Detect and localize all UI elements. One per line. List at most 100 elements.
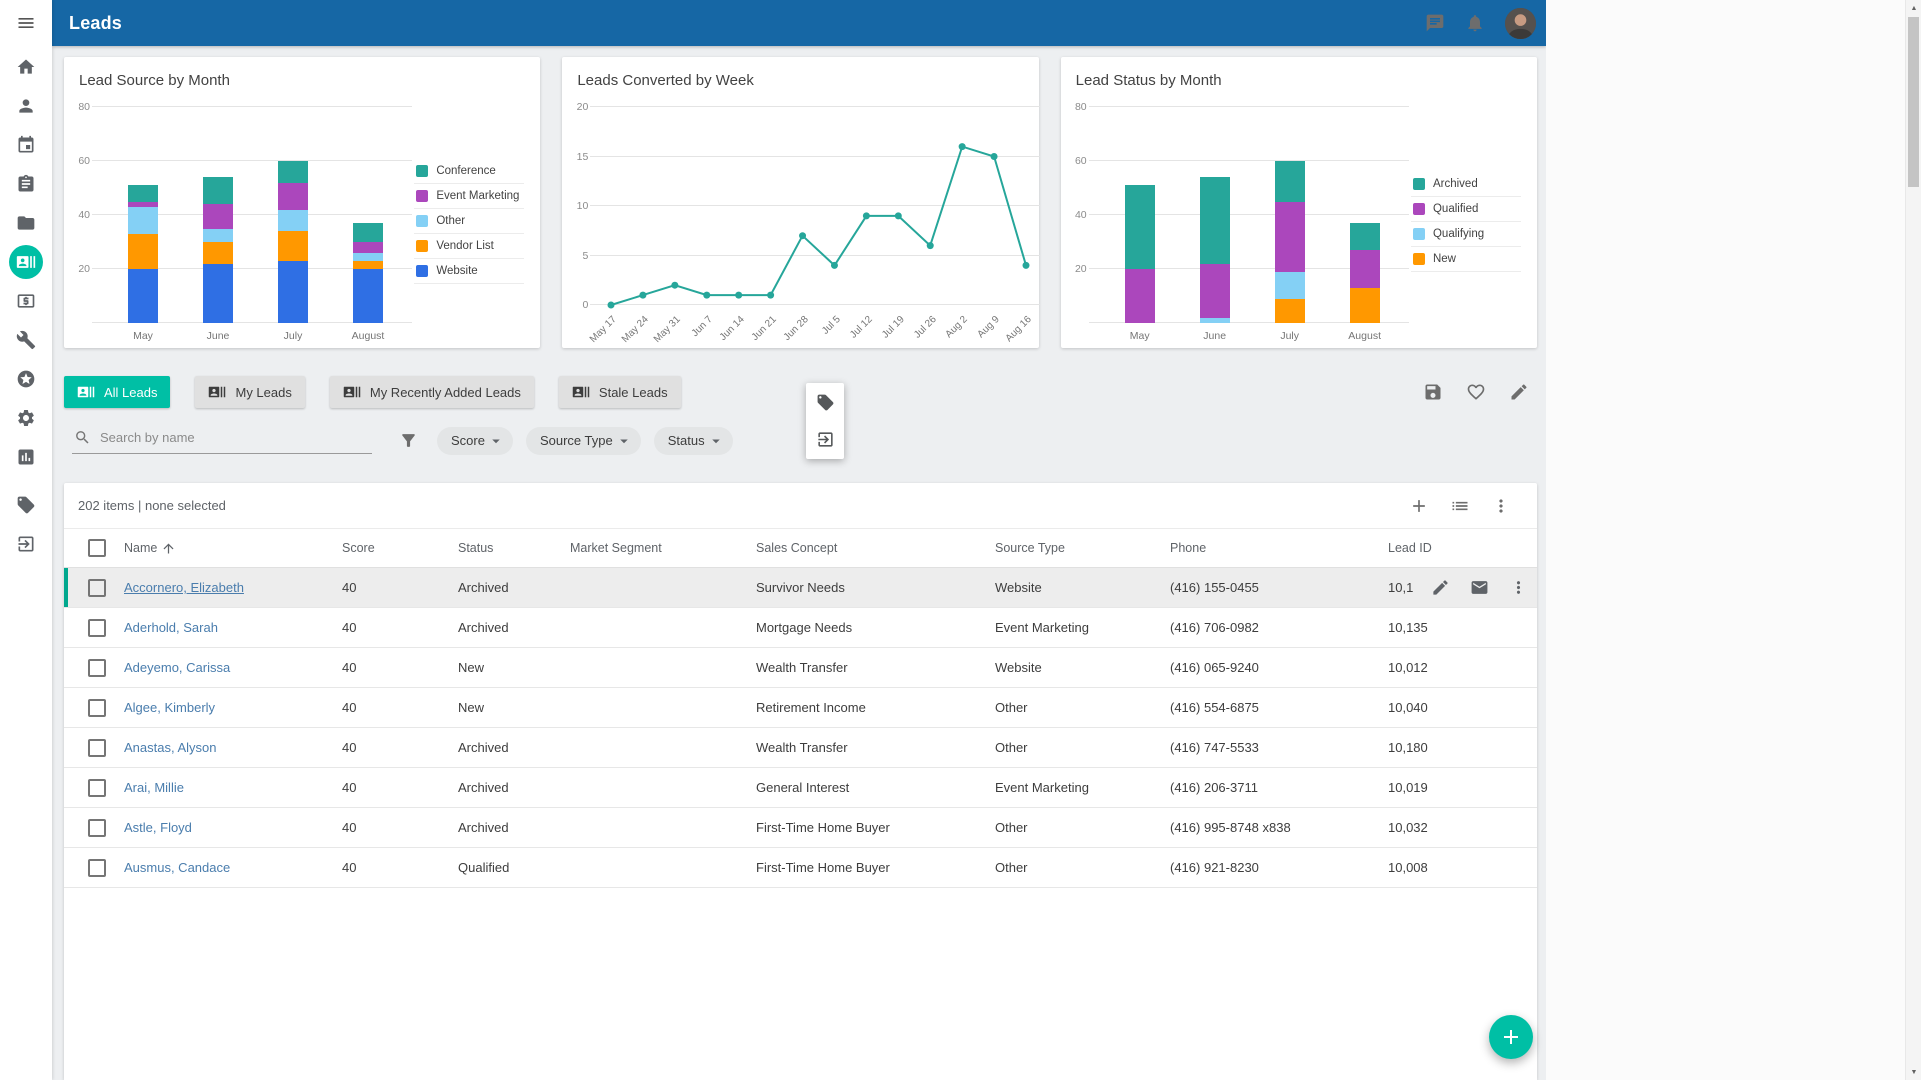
search-input[interactable]: [100, 430, 370, 445]
email-lead-button[interactable]: [1470, 578, 1489, 597]
lead-name-link[interactable]: Adeyemo, Carissa: [124, 660, 230, 675]
exit-tool-button[interactable]: [816, 430, 835, 449]
filter-funnel-button[interactable]: [399, 431, 418, 450]
row-checkbox[interactable]: [88, 859, 106, 877]
filter-tab-my-leads[interactable]: My Leads: [195, 376, 304, 408]
column-header-sales-concept[interactable]: Sales Concept: [756, 541, 995, 555]
legend-item-new[interactable]: New: [1411, 247, 1521, 272]
bar-segment-qualifying: [1200, 318, 1230, 323]
row-checkbox[interactable]: [88, 659, 106, 677]
cell-source-type: Other: [995, 740, 1170, 755]
lead-name-link[interactable]: Accornero, Elizabeth: [124, 580, 244, 595]
row-checkbox[interactable]: [88, 579, 106, 597]
sidebar-item-calendar[interactable]: [0, 125, 52, 164]
sidebar-item-tag[interactable]: [0, 485, 52, 524]
column-header-market-segment[interactable]: Market Segment: [570, 541, 756, 555]
page-title: Leads: [69, 13, 122, 34]
table-row[interactable]: Anastas, Alyson40ArchivedWealth Transfer…: [64, 728, 1537, 768]
sidebar-item-tasks[interactable]: [0, 164, 52, 203]
column-label: Sales Concept: [756, 541, 837, 555]
scrollbar-thumb[interactable]: [1908, 17, 1919, 187]
legend-item-qualified[interactable]: Qualified: [1411, 197, 1521, 222]
row-checkbox[interactable]: [88, 779, 106, 797]
table-row[interactable]: Aderhold, Sarah40ArchivedMortgage NeedsE…: [64, 608, 1537, 648]
column-header-status[interactable]: Status: [458, 541, 570, 555]
row-checkbox[interactable]: [88, 699, 106, 717]
table-row[interactable]: Accornero, Elizabeth40ArchivedSurvivor N…: [64, 568, 1537, 608]
row-checkbox[interactable]: [88, 619, 106, 637]
lead-name-link[interactable]: Anastas, Alyson: [124, 740, 217, 755]
sidebar-item-exit[interactable]: [0, 524, 52, 563]
filter-chip-score[interactable]: Score: [437, 427, 513, 455]
scroll-down-button[interactable]: ▼: [1906, 1064, 1921, 1080]
legend-item-vendor-list[interactable]: Vendor List: [414, 234, 524, 259]
filter-tab-my-recently-added-leads[interactable]: My Recently Added Leads: [330, 376, 534, 408]
floating-toolbar: [806, 383, 844, 459]
sidebar-item-folder[interactable]: [0, 203, 52, 242]
scroll-up-button[interactable]: ▲: [1906, 0, 1921, 16]
notifications-button[interactable]: [1465, 13, 1485, 33]
cell-phone: (416) 747-5533: [1170, 740, 1388, 755]
sidebar-item-tools[interactable]: [0, 320, 52, 359]
row-check-cell: [64, 659, 124, 677]
table-more-button[interactable]: [1491, 496, 1511, 516]
column-header-phone[interactable]: Phone: [1170, 541, 1388, 555]
more-icon: [1491, 496, 1511, 516]
legend-item-event-marketing[interactable]: Event Marketing: [414, 184, 524, 209]
column-header-lead-id[interactable]: Lead ID: [1388, 541, 1537, 555]
column-header-score[interactable]: Score: [342, 541, 458, 555]
lead-more-button[interactable]: [1509, 578, 1528, 597]
chat-button[interactable]: [1425, 13, 1445, 33]
sidebar-item-settings[interactable]: [0, 398, 52, 437]
tab-label: All Leads: [104, 385, 157, 400]
cell-name: Adeyemo, Carissa: [124, 660, 342, 675]
sidebar-item-reports[interactable]: [0, 437, 52, 476]
sidebar-item-person[interactable]: [0, 86, 52, 125]
lead-name-link[interactable]: Algee, Kimberly: [124, 700, 215, 715]
sidebar-item-leads[interactable]: [0, 242, 52, 281]
save-view-button[interactable]: [1423, 382, 1443, 402]
lead-name-link[interactable]: Aderhold, Sarah: [124, 620, 218, 635]
legend-item-other[interactable]: Other: [414, 209, 524, 234]
table-row[interactable]: Ausmus, Candace40QualifiedFirst-Time Hom…: [64, 848, 1537, 888]
table-row[interactable]: Adeyemo, Carissa40NewWealth TransferWebs…: [64, 648, 1537, 688]
sidebar-item-stars[interactable]: [0, 359, 52, 398]
scrollbar[interactable]: ▲ ▼: [1905, 0, 1921, 1080]
add-item-button[interactable]: [1409, 496, 1429, 516]
menu-button[interactable]: [0, 0, 52, 46]
column-header-name[interactable]: Name: [124, 541, 342, 556]
edit-view-button[interactable]: [1509, 382, 1529, 402]
sidebar-item-home[interactable]: [0, 47, 52, 86]
edit-lead-button[interactable]: [1431, 578, 1450, 597]
legend-item-website[interactable]: Website: [414, 259, 524, 284]
table-row[interactable]: Algee, Kimberly40NewRetirement IncomeOth…: [64, 688, 1537, 728]
lead-name-link[interactable]: Arai, Millie: [124, 780, 184, 795]
legend-item-conference[interactable]: Conference: [414, 159, 524, 184]
filter-chip-status[interactable]: Status: [654, 427, 733, 455]
table-row[interactable]: Arai, Millie40ArchivedGeneral InterestEv…: [64, 768, 1537, 808]
cell-sales-concept: Mortgage Needs: [756, 620, 995, 635]
legend-item-archived[interactable]: Archived: [1411, 172, 1521, 197]
cell-name: Ausmus, Candace: [124, 860, 342, 875]
add-lead-fab[interactable]: [1489, 1015, 1533, 1059]
legend-item-qualifying[interactable]: Qualifying: [1411, 222, 1521, 247]
leads-table-card: 202 items | none selected NameScoreStatu…: [64, 483, 1537, 1080]
filter-tab-stale-leads[interactable]: Stale Leads: [559, 376, 681, 408]
bar-segment-qualified: [1350, 250, 1380, 288]
filter-chip-source-type[interactable]: Source Type: [526, 427, 641, 455]
row-checkbox[interactable]: [88, 739, 106, 757]
lead-name-link[interactable]: Ausmus, Candace: [124, 860, 230, 875]
user-avatar[interactable]: [1505, 8, 1536, 39]
row-checkbox[interactable]: [88, 819, 106, 837]
search-field[interactable]: [72, 427, 372, 454]
view-list-button[interactable]: [1450, 496, 1470, 516]
data-point: [767, 292, 774, 299]
table-row[interactable]: Astle, Floyd40ArchivedFirst-Time Home Bu…: [64, 808, 1537, 848]
tag-tool-button[interactable]: [816, 393, 835, 412]
sidebar-item-money[interactable]: [0, 281, 52, 320]
lead-name-link[interactable]: Astle, Floyd: [124, 820, 192, 835]
filter-tab-all-leads[interactable]: All Leads: [64, 376, 170, 408]
select-all-checkbox[interactable]: [88, 539, 106, 557]
column-header-source-type[interactable]: Source Type: [995, 541, 1170, 555]
favorite-view-button[interactable]: [1466, 382, 1486, 402]
